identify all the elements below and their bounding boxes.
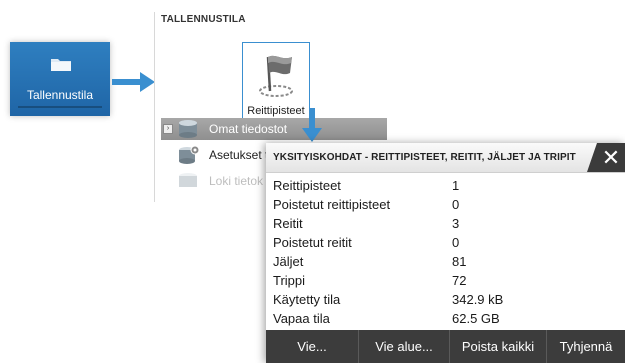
close-button[interactable]: ✕ xyxy=(587,143,625,172)
connector-arrow-down xyxy=(302,108,322,142)
export-button[interactable]: Vie... xyxy=(266,330,359,363)
tile-divider xyxy=(18,106,102,108)
row-label: Käytetty tila xyxy=(273,292,341,307)
flag-icon xyxy=(259,55,293,97)
row-value: 3 xyxy=(452,216,460,231)
table-row: Poistetut reittipisteet 0 xyxy=(273,195,613,215)
row-value: 342.9 kB xyxy=(452,292,504,307)
list-item-label: Loki tietok xyxy=(209,174,264,188)
table-row: Trippi 72 xyxy=(273,271,613,291)
list-item-label: Asetukset t xyxy=(209,148,269,162)
storage-tile[interactable]: Tallennustila xyxy=(10,42,110,116)
list-item-my-files[interactable]: › Omat tiedostot xyxy=(161,118,387,140)
details-dialog: YKSITYISKOHDAT - REITTIPISTEET, REITIT, … xyxy=(266,143,625,363)
table-row: Poistetut reitit 0 xyxy=(273,233,613,253)
row-label: Vapaa tila xyxy=(273,311,330,326)
row-label: Poistetut reitit xyxy=(273,235,352,250)
list-item-label: Omat tiedostot xyxy=(209,122,288,136)
row-label: Poistetut reittipisteet xyxy=(273,197,391,212)
row-value: 62.5 GB xyxy=(452,311,500,326)
row-value: 72 xyxy=(452,273,467,288)
table-row: Reitit 3 xyxy=(273,214,613,234)
dialog-header: YKSITYISKOHDAT - REITTIPISTEET, REITIT, … xyxy=(266,143,625,173)
database-gear-icon xyxy=(179,145,199,164)
clear-button[interactable]: Tyhjennä xyxy=(547,330,625,363)
database-icon xyxy=(179,120,197,138)
storage-panel-title: TALLENNUSTILA xyxy=(161,14,246,25)
row-value: 0 xyxy=(452,235,460,250)
delete-all-button[interactable]: Poista kaikki xyxy=(450,330,547,363)
storage-tile-label: Tallennustila xyxy=(26,88,94,102)
row-label: Jäljet xyxy=(273,254,304,269)
row-value: 1 xyxy=(452,178,460,193)
table-row: Jäljet 81 xyxy=(273,252,613,272)
table-row: Vapaa tila 62.5 GB xyxy=(273,309,613,329)
export-region-button[interactable]: Vie alue... xyxy=(359,330,450,363)
connector-arrow-right xyxy=(112,72,155,92)
database-icon xyxy=(179,173,197,187)
row-label: Reittipisteet xyxy=(273,178,341,193)
dialog-footer: Vie... Vie alue... Poista kaikki Tyhjenn… xyxy=(266,330,625,363)
expand-icon[interactable]: › xyxy=(163,124,173,134)
folder-icon xyxy=(51,59,71,71)
row-label: Trippi xyxy=(273,273,306,288)
row-value: 0 xyxy=(452,197,460,212)
row-label: Reitit xyxy=(273,216,303,231)
table-row: Reittipisteet 1 xyxy=(273,176,613,196)
table-row: Käytetty tila 342.9 kB xyxy=(273,290,613,310)
dialog-title: YKSITYISKOHDAT - REITTIPISTEET, REITIT, … xyxy=(273,152,576,163)
row-value: 81 xyxy=(452,254,467,269)
close-icon: ✕ xyxy=(601,145,621,170)
